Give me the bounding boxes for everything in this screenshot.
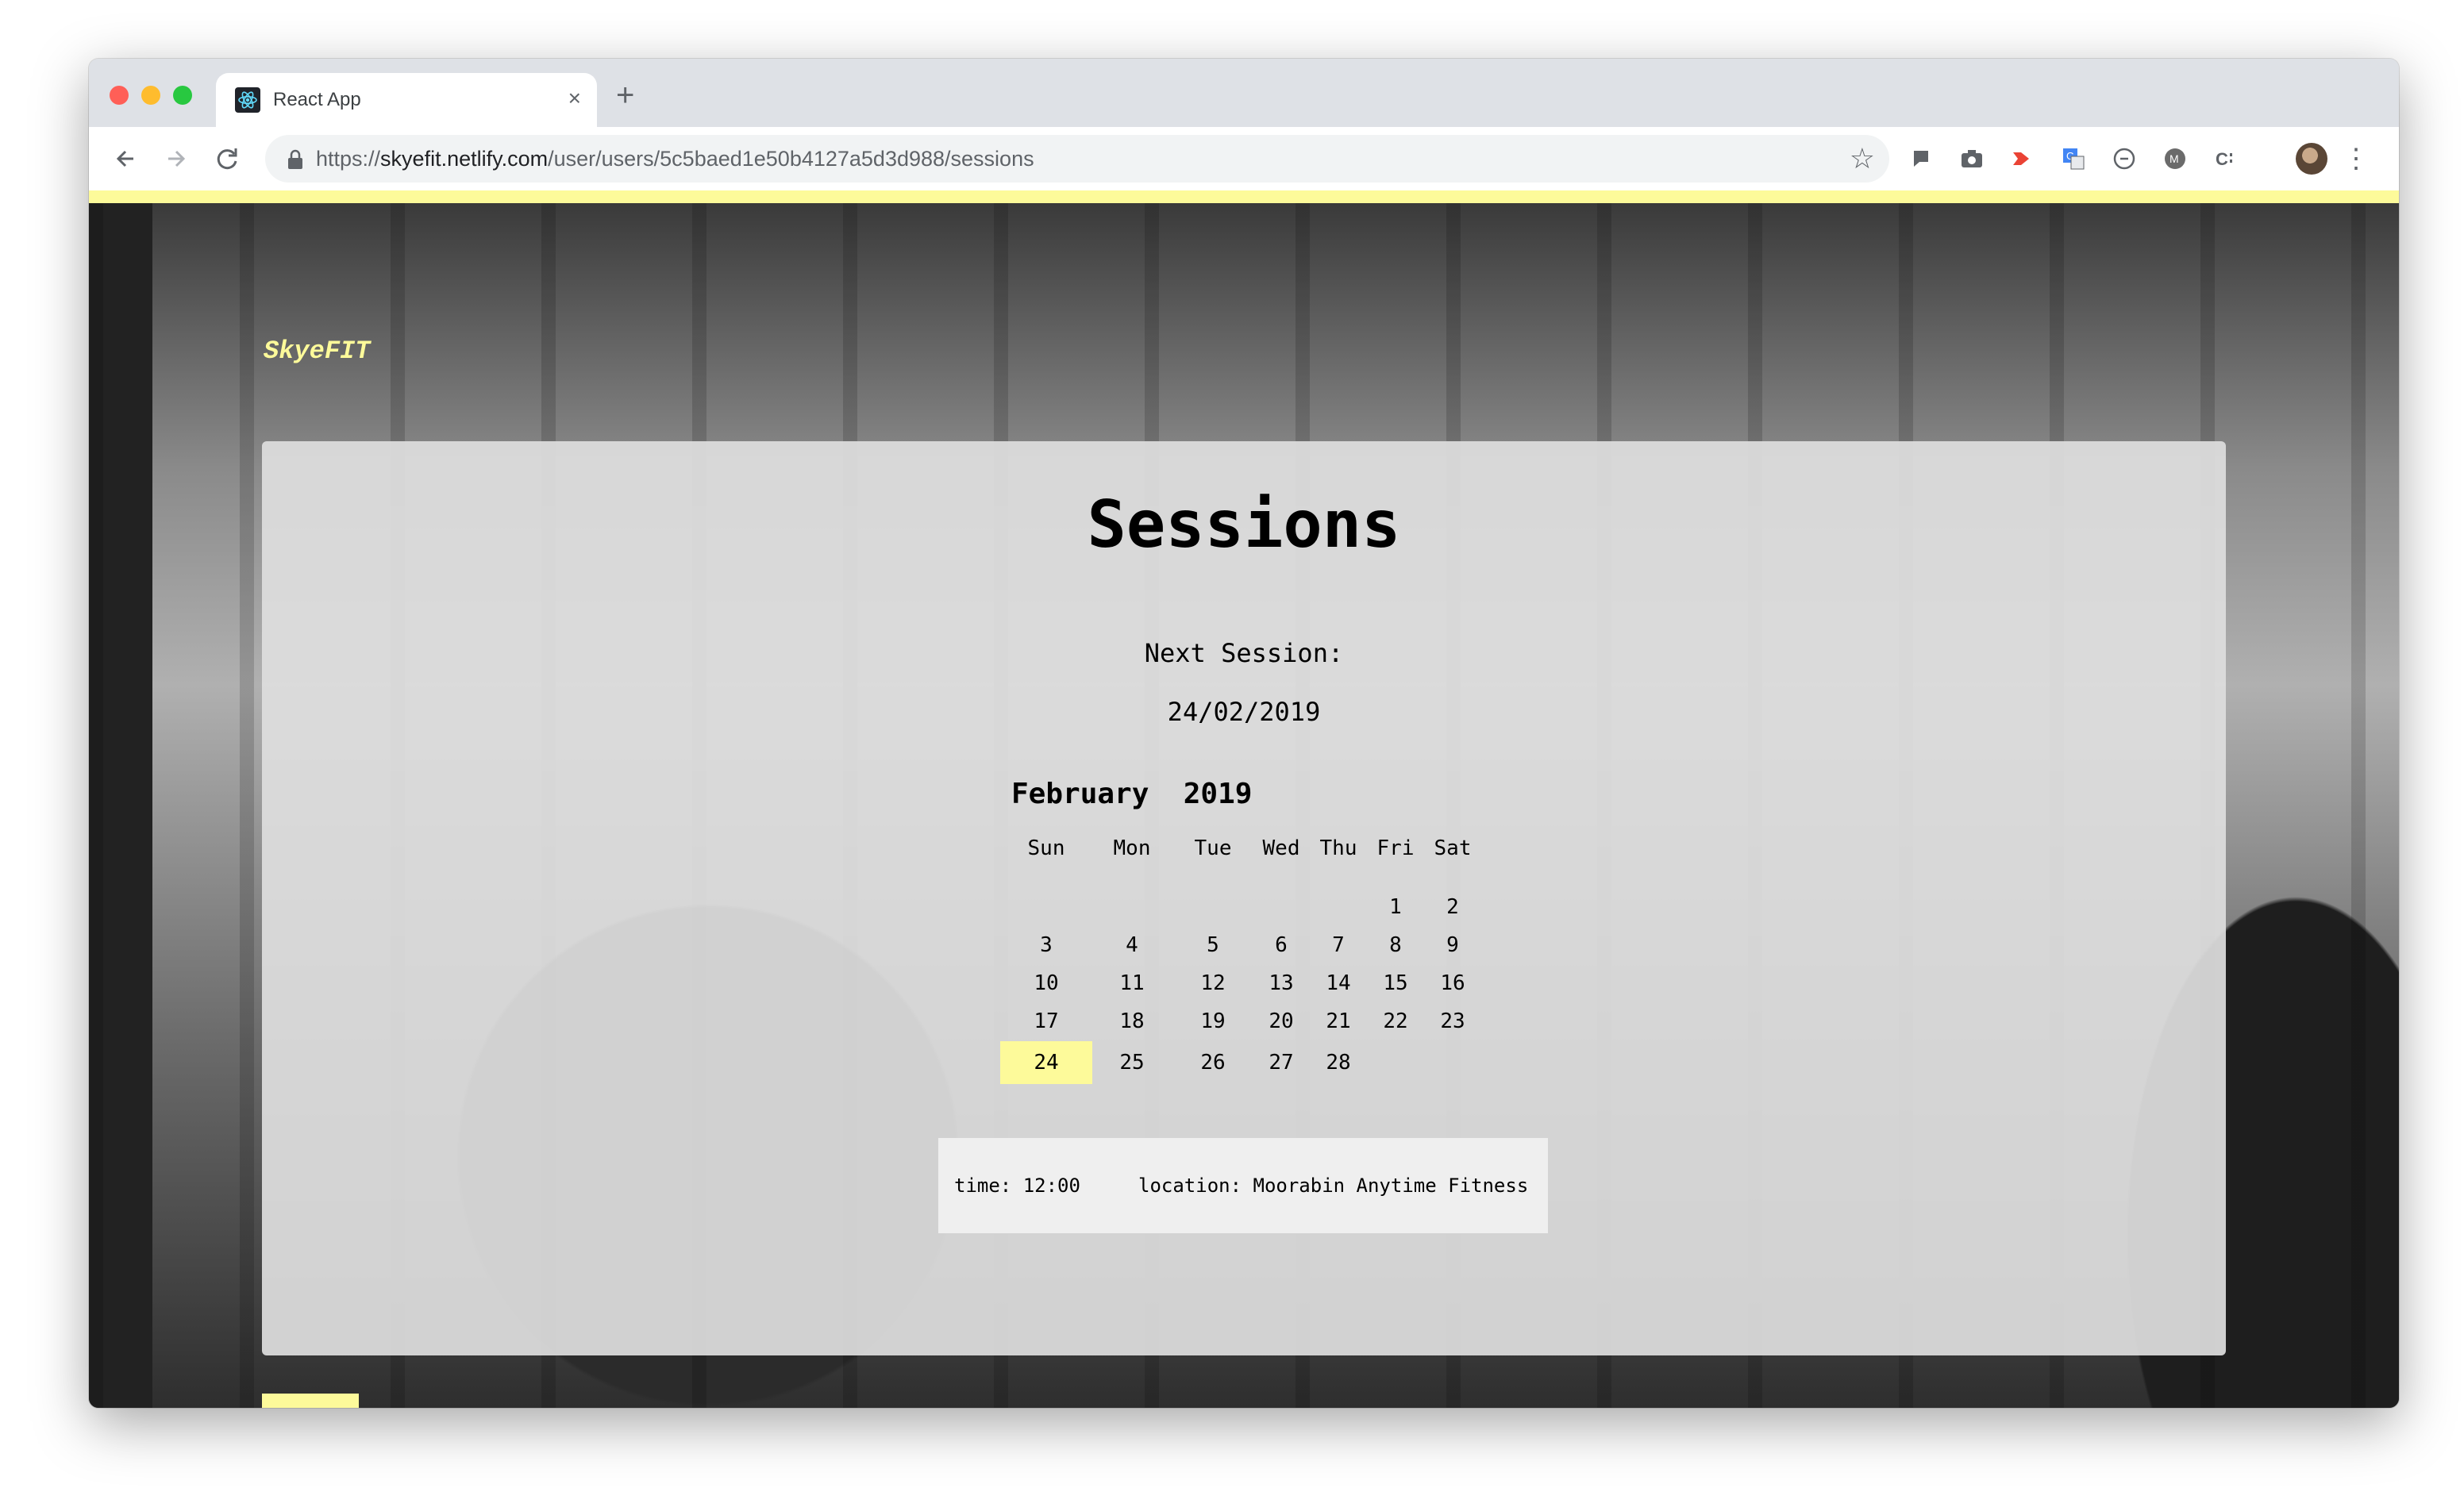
browser-tab[interactable]: React App ×	[216, 73, 597, 127]
browser-toolbar: https://skyefit.netlify.com/user/users/5…	[89, 127, 2399, 190]
weekday-header: Wed	[1262, 836, 1300, 860]
next-session-label: Next Session:	[1144, 638, 1344, 668]
flag-icon[interactable]	[1907, 144, 1935, 173]
calendar-day[interactable]: 17	[1014, 1009, 1078, 1033]
code-icon[interactable]: C	[2212, 144, 2240, 173]
svg-text:C: C	[2216, 149, 2228, 169]
session-details-card: time: 12:00 location: Moorabin Anytime F…	[938, 1138, 1548, 1233]
calendar-day[interactable]: 5	[1181, 933, 1245, 957]
url-scheme: https://	[316, 147, 381, 171]
url-text: https://skyefit.netlify.com/user/users/5…	[316, 147, 1034, 171]
app-page: SkyeFIT Sessions Next Session: 24/02/201…	[89, 203, 2399, 1408]
next-session-date: 24/02/2019	[1167, 697, 1321, 727]
svg-text:M: M	[2169, 152, 2179, 165]
new-tab-button[interactable]: +	[616, 79, 634, 111]
calendar-day[interactable]: 23	[1421, 1009, 1484, 1033]
calendar-month: February	[1011, 778, 1149, 810]
calendar-day[interactable]: 15	[1364, 971, 1427, 995]
tab-close-icon[interactable]: ×	[568, 86, 581, 111]
translate-icon[interactable]: G	[2059, 144, 2088, 173]
calendar-day[interactable]: 26	[1181, 1051, 1245, 1075]
calendar-day[interactable]: 25	[1100, 1051, 1164, 1075]
maximize-window-button[interactable]	[173, 86, 192, 105]
app-logo[interactable]: SkyeFIT	[264, 336, 370, 366]
url-host: skyefit.netlify.com	[380, 147, 549, 171]
calendar-year: 2019	[1183, 778, 1253, 810]
calendar-day[interactable]: 3	[1014, 933, 1078, 957]
camera-icon[interactable]	[1958, 144, 1986, 173]
calendar-day[interactable]: 1	[1364, 895, 1427, 919]
tab-title: React App	[273, 89, 361, 110]
calendar-day[interactable]: 12	[1181, 971, 1245, 995]
calendar-day[interactable]: 14	[1307, 971, 1370, 995]
calendar-day[interactable]: 19	[1181, 1009, 1245, 1033]
address-bar[interactable]: https://skyefit.netlify.com/user/users/5…	[265, 135, 1889, 183]
calendar-day[interactable]: 21	[1307, 1009, 1370, 1033]
calendar-day[interactable]: 2	[1421, 895, 1484, 919]
reload-button[interactable]	[210, 141, 244, 176]
calendar-day[interactable]: 6	[1249, 933, 1313, 957]
browser-window: React App × + https://skyefit.netlify.co…	[89, 59, 2399, 1408]
session-location: location: Moorabin Anytime Fitness	[1138, 1175, 1529, 1197]
calendar-day[interactable]: 27	[1249, 1051, 1313, 1075]
arrow-right-icon	[168, 150, 186, 167]
calendar-day[interactable]: 28	[1307, 1051, 1370, 1075]
calendar-day[interactable]: 7	[1307, 933, 1370, 957]
calendar-day[interactable]: 24	[1014, 1051, 1078, 1075]
calendar-day[interactable]: 18	[1100, 1009, 1164, 1033]
calendar-month-title: February 2019	[1011, 778, 1252, 810]
weekday-header: Sun	[1027, 836, 1065, 860]
weekday-header: Fri	[1376, 836, 1415, 860]
calendar-day[interactable]: 20	[1249, 1009, 1313, 1033]
calendar-day[interactable]: 10	[1014, 971, 1078, 995]
minimize-window-button[interactable]	[141, 86, 160, 105]
url-path: /user/users/5c5baed1e50b4127a5d3d988/ses…	[548, 147, 1034, 171]
close-window-button[interactable]	[110, 86, 129, 105]
weekday-header: Mon	[1113, 836, 1151, 860]
arrow-left-icon	[116, 150, 133, 167]
calendar-day[interactable]: 9	[1421, 933, 1484, 957]
calendar-day[interactable]: 4	[1100, 933, 1164, 957]
calendar-day[interactable]: 13	[1249, 971, 1313, 995]
react-logo-icon	[235, 87, 260, 113]
weekday-header: Sat	[1434, 836, 1472, 860]
cast-icon[interactable]	[2008, 144, 2037, 173]
lock-icon	[288, 149, 302, 169]
calendar-day[interactable]: 16	[1421, 971, 1484, 995]
reload-icon	[217, 148, 237, 170]
tab-bar: React App × +	[89, 59, 2399, 127]
calendar-day[interactable]: 11	[1100, 971, 1164, 995]
profile-avatar[interactable]	[2296, 143, 2327, 175]
back-button[interactable]	[108, 141, 143, 176]
clock-icon[interactable]	[2110, 144, 2139, 173]
session-time: time: 12:00	[954, 1175, 1080, 1197]
calendar-day[interactable]: 8	[1364, 933, 1427, 957]
calendar-day[interactable]: 22	[1364, 1009, 1427, 1033]
sessions-panel: Sessions Next Session: 24/02/2019 Februa…	[262, 441, 2226, 1355]
kebab-menu-icon[interactable]: ⋮	[2340, 140, 2372, 178]
bookmark-star-icon[interactable]: ☆	[1850, 143, 1875, 175]
menu-button[interactable]: MENU	[262, 1394, 359, 1408]
m-circle-icon[interactable]: M	[2161, 144, 2189, 173]
page-title: Sessions	[1087, 487, 1401, 563]
accent-strip	[89, 190, 2399, 203]
forward-button[interactable]	[159, 141, 194, 176]
weekday-header: Tue	[1194, 836, 1232, 860]
weekday-header: Thu	[1319, 836, 1357, 860]
